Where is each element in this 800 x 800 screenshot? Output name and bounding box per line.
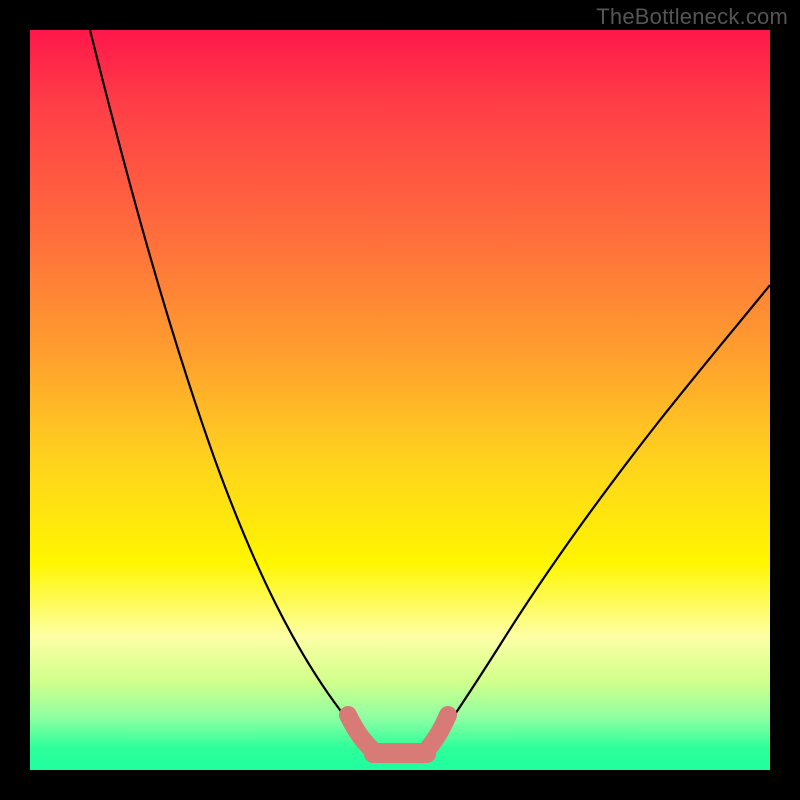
curve-left-branch — [90, 30, 370, 750]
curve-layer — [30, 30, 770, 770]
gradient-plot-area — [30, 30, 770, 770]
watermark-text: TheBottleneck.com — [596, 4, 788, 30]
curve-right-branch — [430, 285, 770, 750]
chart-frame: TheBottleneck.com — [0, 0, 800, 800]
